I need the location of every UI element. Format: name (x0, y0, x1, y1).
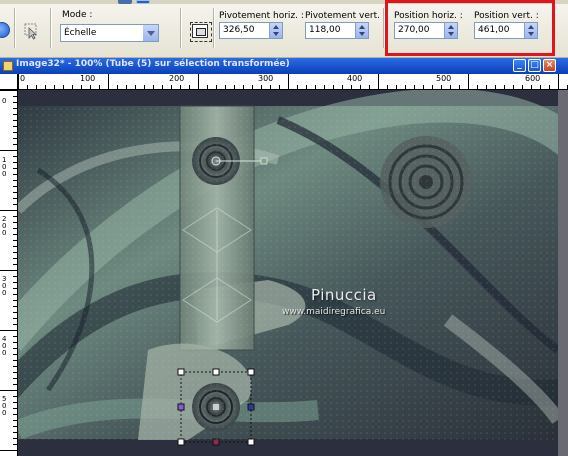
ruler-v-label: 1 0 0 (2, 156, 7, 178)
ruler-h-label: 100 (80, 74, 96, 83)
close-button[interactable]: × (543, 59, 556, 72)
psp-window: Mode : Échelle Pivotement horiz. : 326,5… (0, 0, 568, 456)
toolbar-button[interactable] (118, 0, 132, 4)
pick-tool-icon[interactable] (22, 22, 40, 40)
ruler-h-label: 0 (20, 74, 26, 83)
ruler-h-label: 200 (169, 74, 185, 83)
mode-select[interactable]: Échelle (60, 24, 159, 42)
tool-options-bar: Mode : Échelle Pivotement horiz. : 326,5… (0, 0, 568, 58)
spin-arrows-icon[interactable] (355, 23, 368, 38)
document-title: Image32* - 100% (Tube (5) sur sélection … (16, 59, 290, 69)
watermark-name: Pinuccia (311, 286, 377, 304)
mode-label: Mode : (62, 10, 93, 20)
minimize-icon: _ (517, 60, 522, 70)
horizontal-ruler: 0 100 200 300 400 500 600 (18, 74, 568, 90)
transform-icon[interactable] (190, 22, 212, 42)
toolbar-button-active[interactable] (136, 0, 150, 4)
chevron-down-icon[interactable] (142, 25, 158, 41)
minimize-button[interactable]: _ (513, 59, 526, 72)
ruler-v-label: 3 0 0 (2, 275, 7, 297)
pivot-v-field[interactable]: 118,00 (305, 22, 369, 39)
mode-select-value: Échelle (64, 28, 97, 38)
pivot-h-label: Pivotement horiz. : (219, 11, 304, 21)
maximize-button[interactable]: □ (528, 59, 541, 72)
ruler-v-label: 5 0 0 (2, 395, 7, 417)
close-icon: × (545, 60, 554, 70)
ruler-v-label: 4 0 0 (2, 335, 7, 357)
document-titlebar[interactable]: Image32* - 100% (Tube (5) sur sélection … (0, 58, 568, 74)
pivot-h-value: 326,50 (223, 25, 255, 35)
vertical-ruler: 0 1 0 0 2 0 0 3 0 0 4 0 0 5 0 0 (0, 90, 18, 456)
pivot-v-label: Pivotement vert. : (305, 11, 386, 21)
artwork (18, 90, 558, 456)
highlight-box (385, 0, 555, 56)
separator (213, 8, 215, 48)
separator (50, 8, 52, 48)
watermark-url: www.maidiregrafica.eu (282, 307, 386, 317)
presets-icon[interactable] (0, 22, 10, 38)
ruler-h-label: 500 (436, 74, 452, 83)
ruler-h-label: 600 (525, 74, 541, 83)
maximize-icon: □ (530, 60, 539, 70)
separator (14, 8, 16, 48)
ruler-corner (0, 74, 18, 90)
ruler-ticks (18, 74, 568, 89)
ruler-h-label: 300 (258, 74, 274, 83)
ruler-h-label: 400 (347, 74, 363, 83)
pivot-h-field[interactable]: 326,50 (219, 22, 283, 39)
separator (180, 8, 182, 48)
document-window: Image32* - 100% (Tube (5) sur sélection … (0, 58, 568, 456)
ruler-v-label: 0 (2, 97, 7, 105)
pivot-v-value: 118,00 (309, 25, 341, 35)
ruler-v-label: 2 0 0 (2, 215, 7, 237)
image-canvas[interactable]: Pinuccia www.maidiregrafica.eu (18, 90, 558, 456)
spin-arrows-icon[interactable] (269, 23, 282, 38)
document-icon (3, 61, 13, 71)
